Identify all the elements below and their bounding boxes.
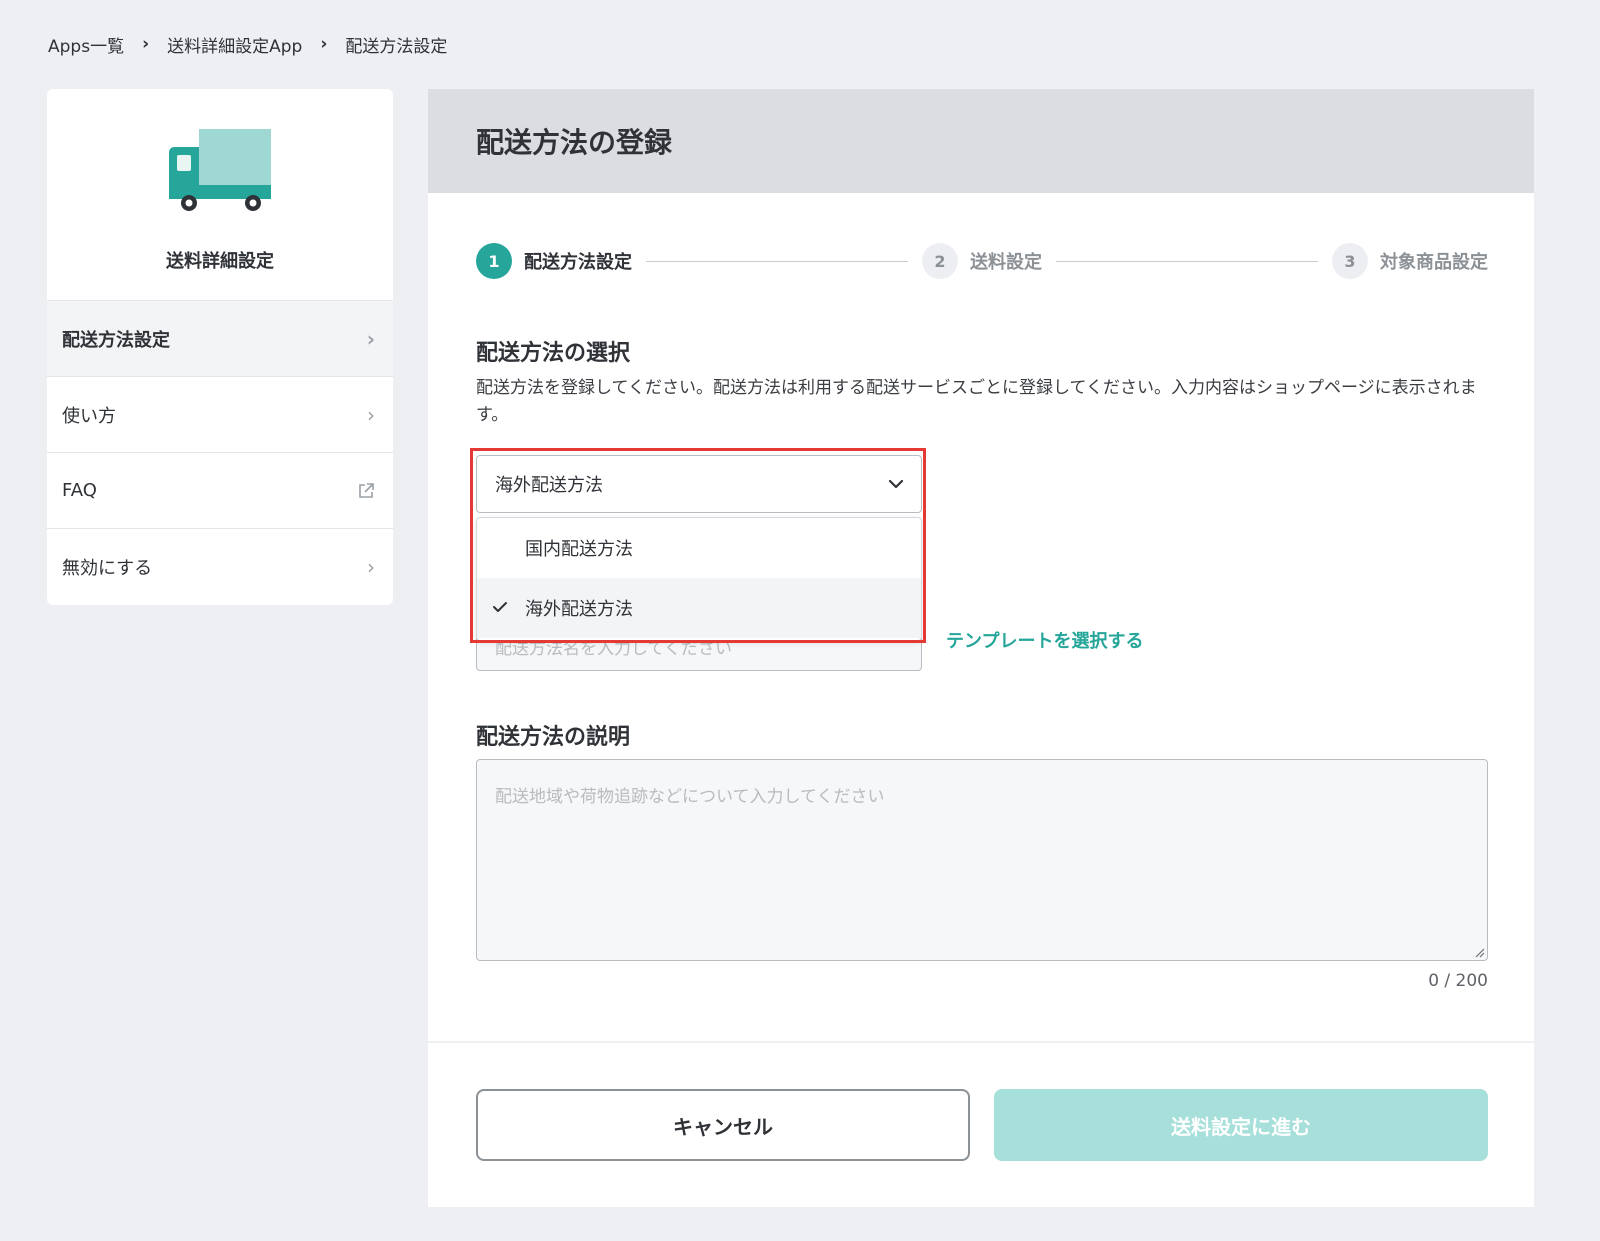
sidebar-item-faq[interactable]: FAQ [47, 453, 393, 529]
step-label: 送料設定 [970, 252, 1042, 273]
sidebar-item-label: 無効にする [62, 558, 153, 579]
shipping-method-select[interactable]: 海外配送方法 [476, 455, 922, 513]
step-2: 2 送料設定 [922, 243, 1042, 279]
resize-handle-icon[interactable] [1473, 946, 1485, 958]
chevron-right-icon: › [367, 555, 375, 579]
character-counter: 0 / 200 [1428, 971, 1488, 991]
option-label: 海外配送方法 [525, 599, 633, 620]
option-overseas[interactable]: 海外配送方法 [477, 578, 921, 638]
app-header: 送料詳細設定 [47, 89, 393, 301]
step-1: 1 配送方法設定 [476, 243, 632, 279]
select-value: 海外配送方法 [495, 475, 603, 496]
textarea-placeholder: 配送地域や荷物追跡などについて入力してください [495, 787, 885, 807]
footer-divider [428, 1041, 1534, 1043]
breadcrumb-app[interactable]: 送料詳細設定App [167, 32, 302, 57]
select-dropdown: 国内配送方法 海外配送方法 [476, 517, 922, 641]
page-title: 配送方法の登録 [428, 89, 1534, 193]
breadcrumb: Apps一覧 › 送料詳細設定App › 配送方法設定 [48, 32, 448, 57]
section-description: 配送方法を登録してください。配送方法は利用する配送サービスごとに登録してください… [476, 378, 1477, 425]
section-title-method-select: 配送方法の選択 [476, 341, 631, 366]
chevron-right-icon: › [367, 402, 375, 427]
sidebar-item-how-to-use[interactable]: 使い方 › [47, 377, 393, 453]
step-number: 2 [922, 243, 958, 279]
check-icon [493, 602, 507, 612]
step-connector [1056, 260, 1318, 262]
cancel-button[interactable]: キャンセル [476, 1089, 970, 1161]
option-label: 国内配送方法 [525, 539, 633, 560]
step-3: 3 対象商品設定 [1332, 243, 1488, 279]
chevron-right-icon: › [366, 326, 375, 351]
step-connector [646, 260, 908, 262]
sidebar-item-shipping-method[interactable]: 配送方法設定 › [47, 301, 393, 377]
sidebar-item-disable[interactable]: 無効にする › [47, 529, 393, 605]
section-title-description: 配送方法の説明 [476, 725, 631, 750]
step-number: 1 [476, 243, 512, 279]
step-label: 対象商品設定 [1380, 252, 1488, 273]
breadcrumb-chevron-icon: › [142, 34, 150, 54]
stepper: 1 配送方法設定 2 送料設定 3 対象商品設定 [476, 241, 1488, 281]
breadcrumb-apps-list[interactable]: Apps一覧 [48, 32, 124, 57]
external-link-icon [359, 482, 374, 498]
breadcrumb-chevron-icon: › [320, 34, 328, 54]
description-textarea[interactable]: 配送地域や荷物追跡などについて入力してください [476, 759, 1488, 961]
sidebar-item-label: 配送方法設定 [62, 329, 170, 351]
app-name: 送料詳細設定 [166, 251, 274, 272]
main-panel: 配送方法の登録 1 配送方法設定 2 送料設定 3 対象商品設定 配送方法の選択… [428, 89, 1534, 1207]
chevron-down-icon [888, 479, 904, 489]
breadcrumb-current: 配送方法設定 [345, 36, 448, 57]
option-domestic[interactable]: 国内配送方法 [477, 518, 921, 578]
step-number: 3 [1332, 243, 1368, 279]
truck-icon [169, 129, 271, 211]
sidebar-item-label: FAQ [62, 480, 97, 501]
select-template-link[interactable]: テンプレートを選択する [946, 627, 1143, 653]
next-shipping-fee-button[interactable]: 送料設定に進む [994, 1089, 1488, 1161]
sidebar: 送料詳細設定 配送方法設定 › 使い方 › FAQ 無効にする › [47, 89, 393, 605]
step-label: 配送方法設定 [524, 252, 632, 273]
sidebar-item-label: 使い方 [62, 405, 116, 427]
